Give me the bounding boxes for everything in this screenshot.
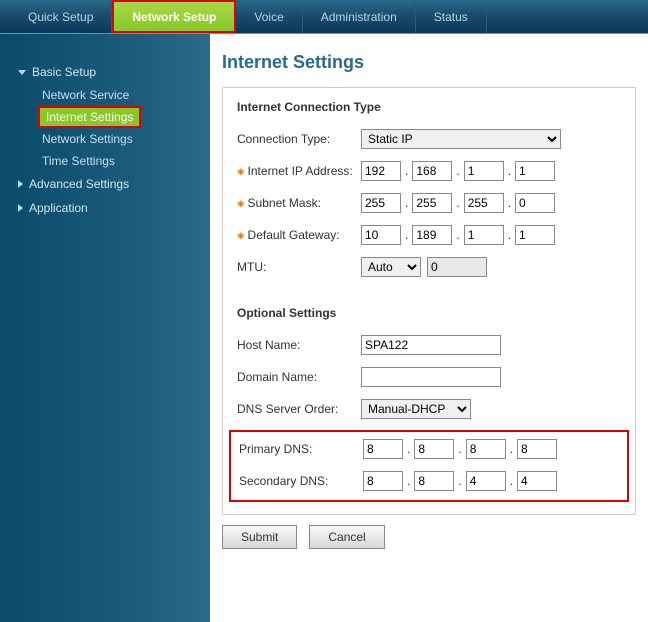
mtu-mode-select[interactable]: Auto	[361, 257, 421, 277]
gateway-3[interactable]	[464, 225, 504, 245]
nav-network-setup[interactable]: Network Setup	[112, 0, 236, 33]
primary-dns-2[interactable]	[414, 439, 454, 459]
secondary-dns-1[interactable]	[363, 471, 403, 491]
secondary-dns-4[interactable]	[517, 471, 557, 491]
page-title: Internet Settings	[222, 52, 636, 73]
subnet-2[interactable]	[412, 193, 452, 213]
settings-panel: Internet Connection Type Connection Type…	[222, 87, 636, 515]
sidebar: Basic Setup Network Service Internet Set…	[0, 34, 210, 622]
chevron-right-icon	[18, 204, 23, 212]
sidebar-network-settings[interactable]: Network Settings	[38, 128, 210, 150]
section-connection-title: Internet Connection Type	[237, 100, 621, 114]
dns-highlight-box: Primary DNS: . . . Secondary DNS: . . .	[229, 430, 629, 502]
gateway-1[interactable]	[361, 225, 401, 245]
secondary-dns-2[interactable]	[414, 471, 454, 491]
sidebar-internet-settings[interactable]: Internet Settings	[38, 106, 141, 128]
sidebar-item-label: Application	[29, 201, 88, 215]
label-connection-type: Connection Type:	[237, 132, 361, 146]
subnet-3[interactable]	[464, 193, 504, 213]
sidebar-basic-setup[interactable]: Basic Setup	[18, 60, 210, 84]
submit-button[interactable]: Submit	[222, 525, 297, 549]
sidebar-item-label: Basic Setup	[32, 65, 96, 79]
internet-ip-4[interactable]	[515, 161, 555, 181]
nav-status[interactable]: Status	[416, 0, 487, 33]
sidebar-application[interactable]: Application	[18, 196, 210, 220]
sidebar-network-service[interactable]: Network Service	[38, 84, 210, 106]
sidebar-item-label: Advanced Settings	[29, 177, 129, 191]
internet-ip-2[interactable]	[412, 161, 452, 181]
label-dns-order: DNS Server Order:	[237, 402, 361, 416]
label-host-name: Host Name:	[237, 338, 361, 352]
connection-type-select[interactable]: Static IP	[361, 129, 561, 149]
label-default-gateway: Default Gateway:	[237, 228, 361, 242]
host-name-input[interactable]	[361, 335, 501, 355]
label-domain-name: Domain Name:	[237, 370, 361, 384]
primary-dns-4[interactable]	[517, 439, 557, 459]
mtu-value-input[interactable]	[427, 257, 487, 277]
subnet-4[interactable]	[515, 193, 555, 213]
nav-quick-setup[interactable]: Quick Setup	[10, 0, 112, 33]
label-internet-ip: Internet IP Address:	[237, 164, 361, 178]
sidebar-time-settings[interactable]: Time Settings	[38, 150, 210, 172]
label-primary-dns: Primary DNS:	[239, 442, 363, 456]
section-optional-title: Optional Settings	[237, 306, 621, 320]
sidebar-advanced-settings[interactable]: Advanced Settings	[18, 172, 210, 196]
nav-administration[interactable]: Administration	[303, 0, 416, 33]
internet-ip-3[interactable]	[464, 161, 504, 181]
label-mtu: MTU:	[237, 260, 361, 274]
primary-dns-3[interactable]	[466, 439, 506, 459]
label-secondary-dns: Secondary DNS:	[239, 474, 363, 488]
label-subnet-mask: Subnet Mask:	[237, 196, 361, 210]
gateway-4[interactable]	[515, 225, 555, 245]
nav-voice[interactable]: Voice	[236, 0, 302, 33]
content-area: Internet Settings Internet Connection Ty…	[210, 34, 648, 622]
chevron-down-icon	[18, 70, 26, 75]
domain-name-input[interactable]	[361, 367, 501, 387]
top-nav: Quick Setup Network Setup Voice Administ…	[0, 0, 648, 34]
subnet-1[interactable]	[361, 193, 401, 213]
chevron-right-icon	[18, 180, 23, 188]
cancel-button[interactable]: Cancel	[309, 525, 384, 549]
secondary-dns-3[interactable]	[466, 471, 506, 491]
primary-dns-1[interactable]	[363, 439, 403, 459]
internet-ip-1[interactable]	[361, 161, 401, 181]
gateway-2[interactable]	[412, 225, 452, 245]
dns-order-select[interactable]: Manual-DHCP	[361, 399, 471, 419]
